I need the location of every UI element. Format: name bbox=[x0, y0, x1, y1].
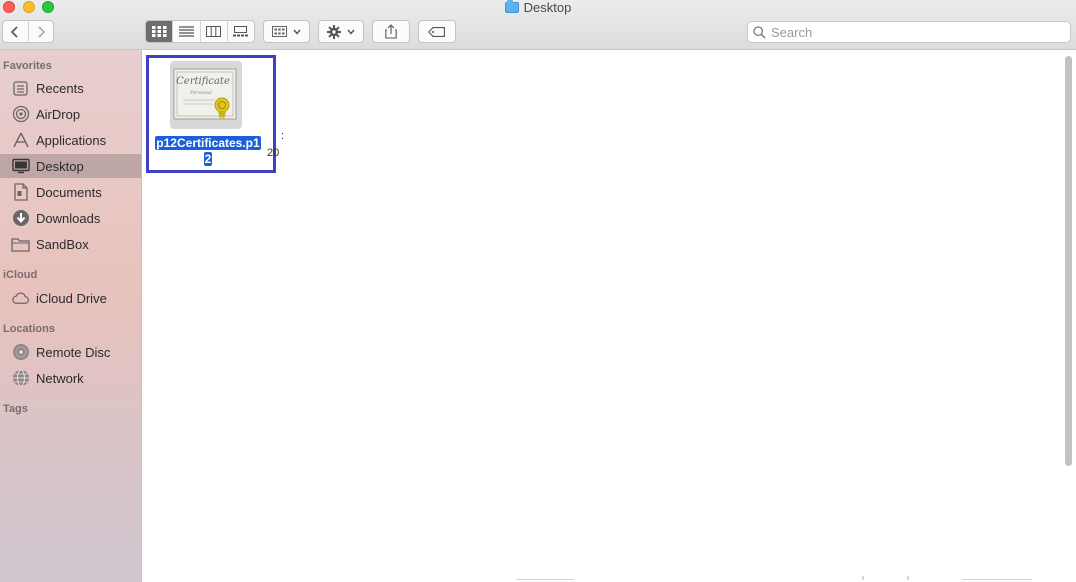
sidebar-item-label: Applications bbox=[36, 132, 107, 148]
sidebar-item-label: Network bbox=[36, 370, 84, 386]
file-name-line-1: p12Certificates.p1 bbox=[155, 136, 261, 150]
divider bbox=[862, 576, 864, 580]
arrange-group-icon bbox=[272, 26, 287, 37]
share-button[interactable] bbox=[372, 20, 410, 43]
window-titlebar: Desktop bbox=[0, 0, 1076, 50]
sidebar-item-label: Recents bbox=[36, 80, 84, 96]
sidebar-section-tags: Tags bbox=[3, 403, 28, 415]
sidebar-item-downloads[interactable]: Downloads bbox=[0, 206, 141, 230]
sidebar-section-locations: Locations bbox=[3, 323, 55, 335]
cloud-icon bbox=[11, 289, 30, 308]
sidebar-item-label: Desktop bbox=[36, 158, 84, 174]
gear-icon bbox=[327, 24, 341, 39]
sidebar-item-label: AirDrop bbox=[36, 106, 81, 122]
edit-tags-button[interactable] bbox=[418, 20, 456, 43]
chevron-right-icon bbox=[38, 25, 45, 38]
sidebar-item-sandbox[interactable]: SandBox bbox=[0, 232, 141, 256]
svg-text:Certificate: Certificate bbox=[176, 76, 230, 87]
sidebar-item-label: iCloud Drive bbox=[36, 290, 107, 306]
documents-icon bbox=[11, 183, 30, 202]
gallery-view-icon bbox=[233, 26, 249, 37]
chevron-left-icon bbox=[11, 25, 18, 38]
sidebar-item-network[interactable]: Network bbox=[0, 366, 141, 390]
airdrop-icon bbox=[11, 105, 30, 124]
sidebar-item-icloud-drive[interactable]: iCloud Drive bbox=[0, 286, 141, 310]
sidebar-item-label: Downloads bbox=[36, 210, 101, 226]
folder-icon bbox=[504, 0, 519, 13]
vertical-scrollbar[interactable] bbox=[1065, 56, 1072, 466]
partial-label-top: : bbox=[281, 130, 285, 142]
view-mode-group bbox=[145, 20, 255, 43]
file-browser-content[interactable]: Certificate Personal p12Certificates.p1 … bbox=[142, 50, 1076, 582]
column-view-icon bbox=[206, 26, 222, 37]
search-input[interactable] bbox=[771, 24, 1061, 40]
sidebar-item-documents[interactable]: Documents bbox=[0, 180, 141, 204]
sidebar-item-label: Remote Disc bbox=[36, 344, 111, 360]
back-forward-group bbox=[2, 20, 54, 43]
icon-view-button[interactable] bbox=[146, 21, 173, 42]
back-button[interactable] bbox=[3, 21, 28, 42]
file-item-p12certificates[interactable]: Certificate Personal p12Certificates.p1 … bbox=[146, 55, 276, 173]
list-view-button[interactable] bbox=[172, 21, 199, 42]
sidebar: Favorites Recents AirDrop Applications D… bbox=[0, 50, 142, 582]
share-icon bbox=[385, 24, 397, 39]
divider bbox=[907, 576, 909, 580]
sidebar-item-applications[interactable]: Applications bbox=[0, 128, 141, 152]
sidebar-section-icloud: iCloud bbox=[3, 269, 38, 281]
clock-icon bbox=[11, 79, 30, 98]
downloads-icon bbox=[11, 209, 30, 228]
certificate-icon: Certificate Personal bbox=[173, 68, 237, 120]
chevron-down-icon bbox=[347, 29, 355, 35]
sidebar-item-label: SandBox bbox=[36, 236, 89, 252]
file-name-label: p12Certificates.p1 2 bbox=[153, 135, 263, 167]
disc-icon bbox=[11, 343, 30, 362]
list-view-icon bbox=[178, 26, 194, 37]
file-name-line-2: 2 bbox=[203, 152, 213, 166]
search-field[interactable] bbox=[747, 21, 1071, 43]
chevron-down-icon bbox=[293, 29, 301, 35]
window-title-text: Desktop bbox=[523, 0, 572, 15]
desktop-icon bbox=[11, 157, 30, 176]
search-icon bbox=[753, 25, 766, 39]
window-title: Desktop bbox=[0, 0, 1076, 16]
applications-icon bbox=[11, 131, 30, 150]
action-button[interactable] bbox=[318, 20, 364, 43]
gallery-view-button[interactable] bbox=[226, 21, 254, 42]
folder-icon bbox=[11, 235, 30, 254]
column-view-button[interactable] bbox=[199, 21, 227, 42]
partial-label-bottom: 20 bbox=[267, 147, 280, 159]
tag-icon bbox=[428, 26, 445, 37]
sidebar-item-label: Documents bbox=[36, 184, 102, 200]
sidebar-item-desktop[interactable]: Desktop bbox=[0, 154, 141, 178]
arrange-button[interactable] bbox=[263, 20, 310, 43]
sidebar-item-airdrop[interactable]: AirDrop bbox=[0, 102, 141, 126]
divider bbox=[516, 579, 574, 580]
sidebar-item-recents[interactable]: Recents bbox=[0, 76, 141, 100]
svg-text:Personal: Personal bbox=[189, 90, 212, 96]
sidebar-section-favorites: Favorites bbox=[3, 60, 52, 72]
sidebar-item-remote-disc[interactable]: Remote Disc bbox=[0, 340, 141, 364]
forward-button[interactable] bbox=[27, 21, 54, 42]
grid-view-icon bbox=[151, 26, 167, 37]
globe-icon bbox=[11, 369, 30, 388]
divider bbox=[962, 579, 1032, 580]
